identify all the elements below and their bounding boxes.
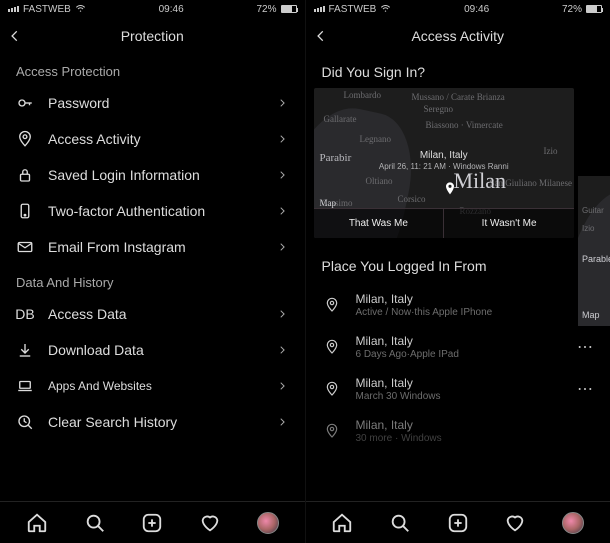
row-label: Two-factor Authentication (48, 203, 263, 219)
chevron-right-icon (277, 242, 289, 252)
location-icon (322, 381, 342, 397)
tab-bar (306, 501, 610, 543)
login-row[interactable]: Milan, ItalyActive / Now·this Apple IPho… (306, 284, 610, 326)
location-icon (322, 423, 342, 439)
back-button[interactable] (8, 29, 22, 43)
search-clock-icon (16, 413, 34, 431)
signal-icon (314, 6, 325, 12)
search-tab[interactable] (388, 511, 412, 535)
row-clear-search[interactable]: Clear Search History (0, 404, 305, 440)
signin-prompt: Did You Sign In? (306, 54, 610, 88)
mail-icon (16, 238, 34, 256)
row-access-data[interactable]: DB Access Data (0, 296, 305, 332)
download-icon (16, 341, 34, 359)
row-download-data[interactable]: Download Data (0, 332, 305, 368)
clock-label: 09:46 (464, 4, 489, 15)
header: Protection (0, 18, 305, 54)
key-icon (16, 94, 34, 112)
search-tab[interactable] (83, 511, 107, 535)
wifi-icon (75, 4, 86, 14)
chevron-right-icon (277, 345, 289, 355)
card-overlay: Milan, Italy April 26, 11: 21 AM · Windo… (314, 150, 575, 171)
home-tab[interactable] (330, 511, 354, 535)
home-tab[interactable] (25, 511, 49, 535)
row-apps-websites[interactable]: Apps And Websites (0, 368, 305, 404)
right-screen: FASTWEB 09:46 72% Access Activity Did Yo… (306, 0, 610, 543)
chevron-right-icon (277, 309, 289, 319)
login-row[interactable]: Milan, Italy6 Days Ago·Apple IPad ⋯ (306, 326, 610, 368)
more-icon[interactable]: ⋯ (577, 379, 594, 399)
profile-tab[interactable] (256, 511, 280, 535)
row-email-from-instagram[interactable]: Email From Instagram (0, 229, 305, 265)
battery-icon (586, 5, 602, 13)
activity-tab[interactable] (503, 511, 527, 535)
row-label: Download Data (48, 342, 263, 358)
chevron-right-icon (277, 381, 289, 391)
location-icon (16, 130, 34, 148)
wasnt-me-button[interactable]: It Wasn't Me (444, 208, 574, 238)
that-was-me-button[interactable]: That Was Me (314, 208, 445, 238)
page-title: Access Activity (306, 28, 610, 44)
row-label: Access Data (48, 306, 263, 322)
new-post-tab[interactable] (140, 511, 164, 535)
row-label: Password (48, 95, 263, 111)
page-title: Protection (0, 28, 305, 44)
profile-tab[interactable] (561, 511, 585, 535)
next-card-peek[interactable]: Guitar Izio Parable Map (578, 176, 610, 326)
location-icon (322, 339, 342, 355)
new-post-tab[interactable] (446, 511, 470, 535)
map-credit: Map (320, 198, 337, 208)
login-row[interactable]: Milan, ItalyMarch 30 Windows ⋯ (306, 368, 610, 410)
chevron-right-icon (277, 417, 289, 427)
lock-icon (16, 166, 34, 184)
section-heading-protection: Access Protection (0, 54, 305, 85)
chevron-right-icon (277, 134, 289, 144)
avatar (257, 512, 279, 534)
activity-tab[interactable] (198, 511, 222, 535)
status-bar: FASTWEB 09:46 72% (0, 0, 305, 18)
chevron-right-icon (277, 206, 289, 216)
signal-icon (8, 6, 19, 12)
login-row[interactable]: Milan, Italy30 more · Windows (306, 410, 610, 452)
more-icon[interactable]: ⋯ (577, 337, 594, 357)
row-label: Access Activity (48, 131, 263, 147)
carrier-label: FASTWEB (329, 4, 377, 15)
row-label: Clear Search History (48, 414, 263, 430)
row-label: Apps And Websites (48, 379, 263, 393)
laptop-icon (16, 377, 34, 395)
shield-phone-icon (16, 202, 34, 220)
chevron-right-icon (277, 98, 289, 108)
row-two-factor[interactable]: Two-factor Authentication (0, 193, 305, 229)
row-label: Email From Instagram (48, 239, 263, 255)
row-password[interactable]: Password (0, 85, 305, 121)
row-access-activity[interactable]: Access Activity (0, 121, 305, 157)
map-big-label: Milan (454, 168, 507, 194)
battery-icon (281, 5, 297, 13)
row-saved-login[interactable]: Saved Login Information (0, 157, 305, 193)
login-list: Milan, ItalyActive / Now·this Apple IPho… (306, 280, 610, 456)
location-icon (322, 297, 342, 313)
signin-card[interactable]: Lombardo Mussano / Carate Brianza Seregn… (314, 88, 575, 238)
wifi-icon (380, 4, 391, 14)
row-label: Saved Login Information (48, 167, 263, 183)
places-heading: Place You Logged In From (306, 238, 610, 280)
database-icon: DB (16, 305, 34, 323)
left-screen: FASTWEB 09:46 72% Protection Access Prot… (0, 0, 306, 543)
status-bar: FASTWEB 09:46 72% (306, 0, 610, 18)
header: Access Activity (306, 18, 610, 54)
clock-label: 09:46 (159, 4, 184, 15)
back-button[interactable] (314, 29, 328, 43)
carrier-label: FASTWEB (23, 4, 71, 15)
battery-label: 72% (256, 4, 276, 15)
tab-bar (0, 501, 305, 543)
battery-label: 72% (562, 4, 582, 15)
section-heading-data: Data And History (0, 265, 305, 296)
chevron-right-icon (277, 170, 289, 180)
avatar (562, 512, 584, 534)
map-pin-icon (442, 181, 458, 197)
